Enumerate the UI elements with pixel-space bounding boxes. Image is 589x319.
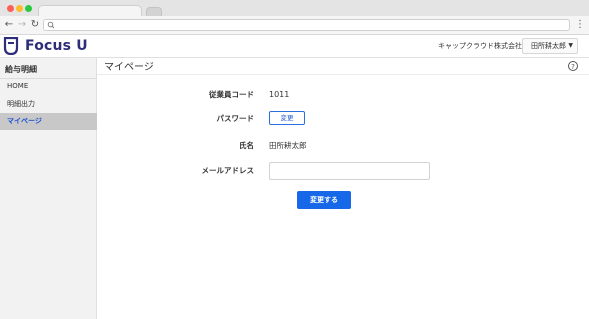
search-icon <box>47 21 55 29</box>
address-bar[interactable] <box>43 19 570 31</box>
page-title: マイページ <box>104 62 154 73</box>
minimize-window-icon[interactable] <box>16 5 23 12</box>
browser-tab[interactable] <box>38 5 142 16</box>
new-tab-button[interactable] <box>146 7 162 16</box>
title-divider <box>97 74 589 75</box>
email-label: メールアドレス <box>201 166 255 175</box>
name-label: 氏名 <box>239 141 254 150</box>
password-change-button[interactable]: 変更 <box>269 111 305 125</box>
name-value: 田所耕太郎 <box>269 141 307 150</box>
close-window-icon[interactable] <box>7 5 14 12</box>
maximize-window-icon[interactable] <box>25 5 32 12</box>
sidebar-item-mypage[interactable]: マイページ <box>0 113 97 130</box>
reload-icon[interactable]: ↻ <box>29 18 41 31</box>
sidebar-item-home[interactable]: HOME <box>0 78 97 95</box>
user-menu-button[interactable]: 田所耕太郎 ▼ <box>522 38 578 54</box>
focus-u-logo-icon <box>3 37 19 55</box>
company-name: キャップクラウド株式会社 <box>438 42 522 50</box>
chevron-down-icon: ▼ <box>568 42 573 49</box>
browser-menu-icon[interactable]: ⋮ <box>574 18 586 32</box>
employee-code-label: 従業員コード <box>209 90 254 99</box>
user-name: 田所耕太郎 <box>531 42 566 50</box>
help-icon[interactable]: ? <box>568 61 578 71</box>
sidebar-item-statement-output[interactable]: 明細出力 <box>0 96 97 113</box>
email-field[interactable] <box>269 162 430 180</box>
employee-code-value: 1011 <box>269 90 290 99</box>
submit-button[interactable]: 変更する <box>297 191 351 209</box>
app-logo-text: Focus U <box>25 38 88 54</box>
forward-arrow-icon[interactable]: → <box>16 18 28 31</box>
password-label: パスワード <box>216 114 255 123</box>
sidebar-heading: 給与明細 <box>5 65 37 74</box>
back-arrow-icon[interactable]: ← <box>3 18 15 31</box>
